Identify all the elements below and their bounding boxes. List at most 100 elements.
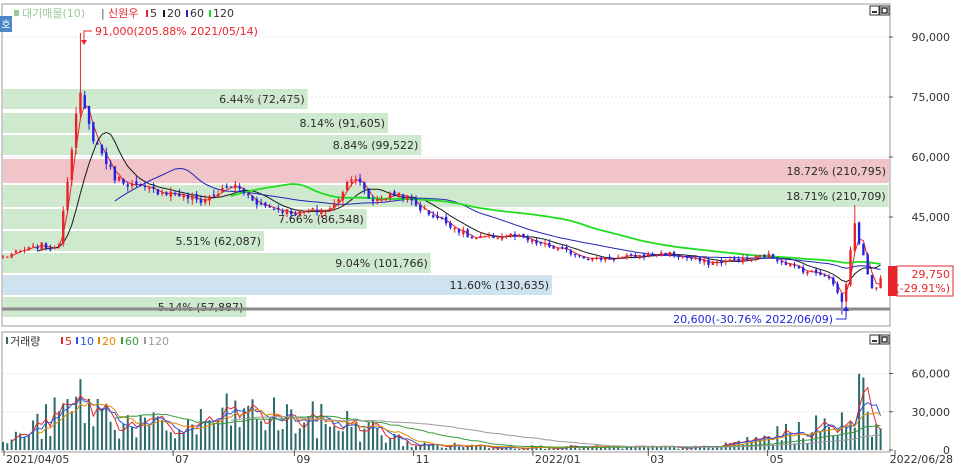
candle-body xyxy=(251,195,254,201)
volume-panel[interactable] xyxy=(1,331,891,453)
volume-bar xyxy=(410,447,413,450)
candle-body xyxy=(483,236,487,238)
volume-bar xyxy=(2,441,4,450)
candle-body xyxy=(875,287,878,289)
candle-body xyxy=(724,260,727,263)
legend-ma120-swatch xyxy=(209,10,211,17)
volume-bar xyxy=(212,423,215,450)
candle-body xyxy=(526,236,530,241)
volume-bar xyxy=(23,437,26,450)
legend-ma5-swatch xyxy=(146,10,148,17)
volume-bar xyxy=(6,443,9,450)
volume-bar xyxy=(414,445,417,450)
volume-bar xyxy=(281,429,284,450)
date-tick-label: 05 xyxy=(770,453,784,466)
candle-body xyxy=(160,192,164,194)
candle-body xyxy=(79,92,82,114)
volume-bar xyxy=(341,431,344,450)
candle-body xyxy=(444,216,448,224)
candle-body xyxy=(135,181,138,185)
low-annotation-label: 20,600(-30.76% 2022/06/09) xyxy=(673,313,833,326)
candle-body xyxy=(870,274,874,289)
volume-bar xyxy=(544,449,547,450)
candle-body xyxy=(165,192,168,195)
candle-body xyxy=(23,250,26,252)
volume-bar xyxy=(199,408,202,450)
current-price-change: (-29.91%) xyxy=(896,282,951,295)
volume-bar xyxy=(238,427,241,450)
candle-body xyxy=(625,255,628,257)
volume-bar xyxy=(36,413,39,450)
price-tick-label: 45,000 xyxy=(912,211,951,224)
candle-body xyxy=(771,254,775,259)
volume-bar xyxy=(346,411,349,450)
volume-bar xyxy=(423,442,426,450)
volume-bar xyxy=(273,397,276,450)
candle-body xyxy=(208,196,211,201)
volume-bar xyxy=(380,435,383,450)
candle-body xyxy=(148,187,151,190)
volume-panel-frame xyxy=(1,331,891,453)
candle-body xyxy=(363,182,366,190)
volume-bar xyxy=(316,438,319,450)
volume-bar xyxy=(14,431,17,450)
candle-body xyxy=(186,194,190,199)
candle-body xyxy=(500,235,504,240)
volume-bar xyxy=(453,442,456,450)
candle-body xyxy=(655,254,659,256)
candle-body xyxy=(49,247,52,250)
volume-bar xyxy=(350,426,353,450)
candle-body xyxy=(754,255,758,259)
candle-body xyxy=(651,254,654,256)
candle-body xyxy=(247,193,250,196)
volume-tick-label: 30,000 xyxy=(912,406,951,419)
volume-bar xyxy=(118,438,121,450)
legend-ma60: 60 xyxy=(190,7,204,20)
candle-body xyxy=(290,211,293,215)
volume-bar xyxy=(324,424,327,450)
candle-body xyxy=(74,113,78,148)
candle-body xyxy=(173,193,177,195)
candle-body xyxy=(737,258,740,262)
volume-bar xyxy=(337,430,340,450)
volume-bar xyxy=(359,441,362,450)
candle-body xyxy=(264,202,267,206)
candle-body xyxy=(427,210,431,215)
candle-body xyxy=(31,245,35,247)
price-minimize-button[interactable] xyxy=(869,5,880,16)
candle-body xyxy=(367,189,370,199)
volume-profile-label: 6.44% (72,475) xyxy=(219,93,305,106)
candle-body xyxy=(505,235,508,237)
current-price-marker: 29,750 (-29.91%) xyxy=(888,265,954,297)
candle-body xyxy=(552,246,555,249)
candle-body xyxy=(96,143,99,145)
candle-body xyxy=(156,189,160,195)
volume-bar xyxy=(92,426,95,450)
legend-ma20-swatch xyxy=(163,10,165,17)
chart-canvas[interactable]: 6.44% (72,475) 8.14% (91,605) 8.84% (99,52… xyxy=(0,0,956,466)
volume-bar xyxy=(135,437,138,450)
volume-bar xyxy=(178,429,181,450)
candle-body xyxy=(277,207,280,210)
legend-vol-title: 거래량 xyxy=(10,335,40,348)
candle-body xyxy=(509,233,512,237)
price-panel[interactable]: 6.44% (72,475) 8.14% (91,605) 8.84% (99,52… xyxy=(1,3,891,327)
price-legend: 대기매물(10) | 신원우 5 20 60 120 xyxy=(14,7,234,20)
volume-bar xyxy=(393,434,396,450)
volume-bar xyxy=(647,447,650,450)
volume-bar xyxy=(354,422,357,450)
volume-panel-buttons xyxy=(869,334,890,345)
candle-body xyxy=(328,208,332,210)
volume-bar xyxy=(174,438,177,450)
volume-minimize-button[interactable] xyxy=(869,334,880,345)
candle-body xyxy=(195,194,198,200)
candle-body xyxy=(685,257,689,259)
volume-bar xyxy=(208,420,211,450)
volume-bar xyxy=(535,448,538,450)
candle-body xyxy=(139,183,142,186)
candle-body xyxy=(406,195,409,200)
candle-body xyxy=(733,258,736,260)
legend-vol-ma60-swatch xyxy=(121,337,123,344)
candle-body xyxy=(578,255,581,257)
legend-vol-ma60: 60 xyxy=(125,335,139,348)
